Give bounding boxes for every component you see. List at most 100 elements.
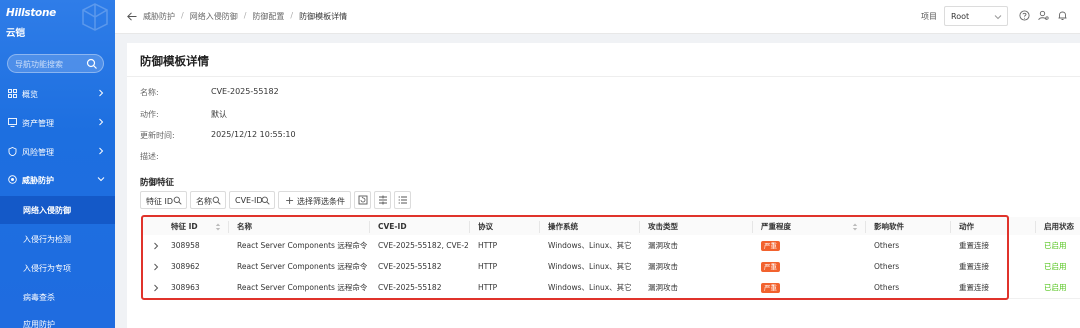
column-header-protocol[interactable]: 协议 [478,217,493,236]
project-select-value: Root [951,12,970,21]
column-header-attack-type[interactable]: 攻击类型 [648,217,678,236]
info-key: 动作: [140,110,159,119]
breadcrumb-current: 防御模板详情 [299,12,348,21]
density-button[interactable] [374,191,391,209]
bell-icon[interactable] [1057,10,1068,21]
section-title: 防御特征 [140,178,175,188]
column-header-os[interactable]: 操作系统 [548,217,578,236]
cell-software: Others [874,283,900,292]
breadcrumb-separator: / [243,11,247,20]
cell-status: 已启用 [1044,262,1067,271]
cell-id: 308958 [171,241,200,250]
cell-name: React Server Components 远程命令执... [237,283,367,292]
cell-os: Windows、Linux、其它 [548,262,632,271]
refresh-button[interactable] [354,191,371,209]
sidebar-subitem-label: 入侵行为专项 [23,264,71,273]
chevron-right-icon [99,89,104,97]
divider [127,76,1080,77]
plus-icon: + [285,194,295,207]
asset-icon [8,118,17,127]
info-key: 更新时间: [140,131,175,140]
sort-icon[interactable] [215,222,221,232]
chevron-right-icon [99,147,104,155]
page-title: 防御模板详情 [140,54,209,68]
sidebar-item-label: 风险管理 [22,148,54,157]
table-row[interactable]: 308962 React Server Components 远程命令执... … [143,256,1080,278]
cell-severity: 严重 [761,277,780,298]
cell-id: 308963 [171,283,200,292]
chevron-down-icon [97,177,105,182]
filter-feature-id[interactable]: 特征 ID [140,191,187,209]
column-separator [752,221,753,233]
column-separator [369,221,370,233]
filter-label: 名称 [196,197,212,206]
user-settings-icon[interactable] [1038,10,1049,21]
sidebar-subitem-label: 应用防护 [23,320,55,328]
sidebar-item-threat[interactable]: 威胁防护 [0,166,115,194]
breadcrumb-separator: / [181,11,184,20]
sort-icon[interactable] [852,222,858,232]
column-header-severity[interactable]: 严重程度 [761,217,791,236]
column-settings-button[interactable] [394,191,411,209]
cell-status: 已启用 [1044,241,1067,250]
column-header-cve[interactable]: CVE-ID [378,217,407,236]
breadcrumb-item[interactable]: 威胁防护 [143,11,175,22]
sidebar-subitem-intrusion-special[interactable]: 入侵行为专项 [0,254,115,282]
filter-name[interactable]: 名称 [190,191,226,209]
cell-protocol: HTTP [478,262,498,271]
sidebar-subitem-intrusion-detect[interactable]: 入侵行为检测 [0,225,115,253]
help-icon[interactable] [1019,10,1030,21]
cell-severity: 严重 [761,235,780,256]
shield-icon [8,147,17,156]
chevron-right-icon[interactable] [153,263,159,271]
column-header-action[interactable]: 动作 [959,217,974,236]
column-header-software[interactable]: 影响软件 [874,217,904,236]
nav-search-input[interactable]: 导航功能搜索 [7,54,104,73]
severity-badge: 严重 [761,240,780,251]
info-key: 描述: [140,152,159,161]
search-icon [261,196,270,205]
cell-cve: CVE-2025-55182, CVE-20... [378,241,468,250]
column-header-id[interactable]: 特征 ID [171,217,198,236]
info-value: 默认 [211,110,227,119]
cube-icon [82,3,108,31]
cell-protocol: HTTP [478,283,498,292]
add-filter-button[interactable]: + 选择筛选条件 [278,191,351,209]
column-header-status[interactable]: 启用状态 [1044,217,1074,236]
chevron-right-icon [99,118,104,126]
cell-attack-type: 漏洞攻击 [648,262,678,271]
breadcrumb-item[interactable]: 网络入侵防御 [190,11,238,22]
table-header: 特征 ID 名称 CVE-ID 协议 操作系统 攻击类型 严重程度 影响软件 动… [143,217,1080,237]
column-separator [950,221,951,233]
table-row[interactable]: 308963 React Server Components 远程命令执... … [143,277,1080,299]
back-arrow-icon[interactable] [127,12,137,21]
cell-status: 已启用 [1044,283,1067,292]
sidebar-item-asset[interactable]: 资产管理 [0,109,115,137]
breadcrumb-separator: / [290,11,294,20]
sidebar-subitem-network-ips[interactable]: 网络入侵防御 [0,196,115,224]
cell-name: React Server Components 远程命令执... [237,262,367,271]
cell-os: Windows、Linux、其它 [548,241,632,250]
column-separator [469,221,470,233]
sidebar-item-risk[interactable]: 风险管理 [0,138,115,166]
cell-severity: 严重 [761,256,780,277]
info-value: 2025/12/12 10:55:10 [211,130,296,139]
chevron-right-icon[interactable] [153,284,159,292]
sidebar-subitem-antivirus[interactable]: 病毒查杀 [0,283,115,311]
sidebar-subitem-app-protect[interactable]: 应用防护 [0,310,115,328]
column-header-name[interactable]: 名称 [237,217,252,236]
sidebar-subitem-label: 网络入侵防御 [23,206,71,215]
sidebar-item-overview[interactable]: 概览 [0,80,115,108]
cell-software: Others [874,262,900,271]
filter-cve-id[interactable]: CVE-ID [229,191,275,209]
chevron-right-icon[interactable] [153,242,159,250]
column-separator [1035,221,1036,233]
breadcrumb-item[interactable]: 防御配置 [252,11,284,22]
cell-action: 重置连接 [959,241,989,250]
project-select[interactable]: Root [944,6,1008,26]
info-value: CVE-2025-55182 [211,87,279,96]
table-row[interactable]: 308958 React Server Components 远程命令执... … [143,235,1080,257]
column-separator [228,221,229,233]
sidebar-item-label: 概览 [22,90,38,99]
sidebar-subitem-label: 病毒查杀 [23,293,55,302]
